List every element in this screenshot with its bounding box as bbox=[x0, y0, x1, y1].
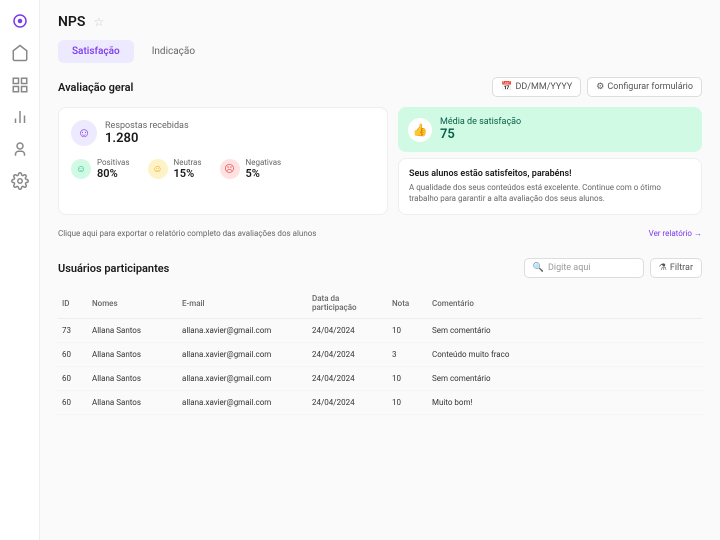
cell-id: 60 bbox=[58, 391, 88, 415]
col-date[interactable]: Data da participação bbox=[308, 288, 388, 319]
satisfaction-value: 75 bbox=[440, 127, 521, 142]
cell-score: 10 bbox=[388, 391, 428, 415]
col-email[interactable]: E-mail bbox=[178, 288, 308, 319]
page-title: NPS bbox=[58, 14, 85, 30]
calendar-icon: 📅 bbox=[501, 82, 512, 92]
logo-icon[interactable] bbox=[11, 12, 29, 30]
tab-indication[interactable]: Indicação bbox=[138, 40, 209, 63]
report-link[interactable]: Ver relatório → bbox=[649, 229, 702, 238]
tab-satisfaction[interactable]: Satisfação bbox=[58, 40, 134, 63]
responses-value: 1.280 bbox=[105, 131, 189, 146]
table-row[interactable]: 73Allana Santosallana.xavier@gmail.com24… bbox=[58, 319, 702, 343]
negatives-stat: ☹ Negativas 5% bbox=[220, 158, 282, 180]
neutrals-value: 15% bbox=[174, 167, 202, 180]
col-score[interactable]: Nota bbox=[388, 288, 428, 319]
message-text: A qualidade dos seus conteúdos está exce… bbox=[409, 182, 691, 204]
neutrals-stat: ☺ Neutras 15% bbox=[148, 158, 202, 180]
message-card: Seus alunos estão satisfeitos, parabéns!… bbox=[398, 158, 702, 215]
cell-score: 10 bbox=[388, 319, 428, 343]
users-icon[interactable] bbox=[11, 140, 29, 158]
col-name[interactable]: Nomes bbox=[88, 288, 178, 319]
chart-icon[interactable] bbox=[11, 108, 29, 126]
cell-email: allana.xavier@gmail.com bbox=[178, 319, 308, 343]
participants-header: Usuários participantes 🔍 Digite aqui ⚗Fil… bbox=[58, 258, 702, 278]
cell-score: 3 bbox=[388, 343, 428, 367]
responses-stat: ☺ Respostas recebidas 1.280 bbox=[71, 120, 375, 146]
cell-id: 60 bbox=[58, 343, 88, 367]
cell-date: 24/04/2024 bbox=[308, 319, 388, 343]
satisfaction-card: 👍 Média de satisfação 75 bbox=[398, 107, 702, 152]
cell-comment: Sem comentário bbox=[428, 367, 702, 391]
positives-label: Positivas bbox=[97, 158, 130, 167]
overview-title: Avaliação geral bbox=[58, 81, 133, 94]
col-id[interactable]: ID bbox=[58, 288, 88, 319]
positives-stat: ☺ Positivas 80% bbox=[71, 158, 130, 180]
table-row[interactable]: 60Allana Santosallana.xavier@gmail.com24… bbox=[58, 367, 702, 391]
cell-name: Allana Santos bbox=[88, 343, 178, 367]
right-column: 👍 Média de satisfação 75 Seus alunos est… bbox=[398, 107, 702, 215]
cell-email: allana.xavier@gmail.com bbox=[178, 391, 308, 415]
filter-icon: ⚗ bbox=[659, 263, 667, 273]
sidebar bbox=[0, 0, 40, 540]
stats-card: ☺ Respostas recebidas 1.280 ☺ Positivas … bbox=[58, 107, 388, 215]
table-row[interactable]: 60Allana Santosallana.xavier@gmail.com24… bbox=[58, 391, 702, 415]
export-bar: Clique aqui para exportar o relatório co… bbox=[58, 223, 702, 244]
participants-title: Usuários participantes bbox=[58, 262, 169, 275]
cell-comment: Sem comentário bbox=[428, 319, 702, 343]
positives-value: 80% bbox=[97, 167, 130, 180]
cell-date: 24/04/2024 bbox=[308, 343, 388, 367]
settings-icon[interactable] bbox=[11, 172, 29, 190]
overview-actions: 📅DD/MM/YYYY ⚙Configurar formulário bbox=[492, 77, 702, 97]
config-button[interactable]: ⚙Configurar formulário bbox=[587, 77, 702, 97]
cell-date: 24/04/2024 bbox=[308, 367, 388, 391]
cell-email: allana.xavier@gmail.com bbox=[178, 343, 308, 367]
home-icon[interactable] bbox=[11, 44, 29, 62]
neutrals-label: Neutras bbox=[174, 158, 202, 167]
negatives-value: 5% bbox=[246, 167, 282, 180]
cell-id: 60 bbox=[58, 367, 88, 391]
cell-id: 73 bbox=[58, 319, 88, 343]
search-filter: 🔍 Digite aqui ⚗Filtrar bbox=[524, 258, 702, 278]
filter-button-label: Filtrar bbox=[670, 263, 693, 273]
cell-name: Allana Santos bbox=[88, 391, 178, 415]
cell-comment: Conteúdo muito fraco bbox=[428, 343, 702, 367]
filter-button[interactable]: ⚗Filtrar bbox=[650, 258, 702, 278]
table-row[interactable]: 60Allana Santosallana.xavier@gmail.com24… bbox=[58, 343, 702, 367]
cell-name: Allana Santos bbox=[88, 367, 178, 391]
overview-header: Avaliação geral 📅DD/MM/YYYY ⚙Configurar … bbox=[58, 77, 702, 97]
cell-date: 24/04/2024 bbox=[308, 391, 388, 415]
participants-table: ID Nomes E-mail Data da participação Not… bbox=[58, 288, 702, 415]
gear-icon: ⚙ bbox=[596, 82, 604, 92]
cell-comment: Muito bom! bbox=[428, 391, 702, 415]
star-icon[interactable]: ☆ bbox=[93, 15, 104, 29]
main-content: NPS ☆ Satisfação Indicação Avaliação ger… bbox=[40, 0, 720, 540]
search-placeholder: Digite aqui bbox=[548, 263, 590, 273]
table-header-row: ID Nomes E-mail Data da participação Not… bbox=[58, 288, 702, 319]
message-title: Seus alunos estão satisfeitos, parabéns! bbox=[409, 169, 691, 179]
search-icon: 🔍 bbox=[533, 263, 544, 273]
cell-email: allana.xavier@gmail.com bbox=[178, 367, 308, 391]
happy-icon: ☺ bbox=[71, 159, 91, 179]
smile-icon: ☺ bbox=[71, 120, 97, 146]
grid-icon[interactable] bbox=[11, 76, 29, 94]
date-button-label: DD/MM/YYYY bbox=[515, 82, 572, 92]
overview: ☺ Respostas recebidas 1.280 ☺ Positivas … bbox=[58, 107, 702, 215]
thumbs-up-icon: 👍 bbox=[408, 118, 432, 142]
tabs: Satisfação Indicação bbox=[58, 40, 702, 63]
sad-icon: ☹ bbox=[220, 159, 240, 179]
breakdown-row: ☺ Positivas 80% ☺ Neutras 15% bbox=[71, 158, 375, 180]
col-comment[interactable]: Comentário bbox=[428, 288, 702, 319]
search-input[interactable]: 🔍 Digite aqui bbox=[524, 258, 644, 278]
config-button-label: Configurar formulário bbox=[607, 82, 693, 92]
date-button[interactable]: 📅DD/MM/YYYY bbox=[492, 77, 581, 97]
satisfaction-label: Média de satisfação bbox=[440, 117, 521, 127]
cell-name: Allana Santos bbox=[88, 319, 178, 343]
report-link-label: Ver relatório bbox=[649, 229, 692, 238]
neutral-icon: ☺ bbox=[148, 159, 168, 179]
header: NPS ☆ bbox=[58, 14, 702, 30]
export-text: Clique aqui para exportar o relatório co… bbox=[58, 229, 316, 238]
negatives-label: Negativas bbox=[246, 158, 282, 167]
cell-score: 10 bbox=[388, 367, 428, 391]
responses-label: Respostas recebidas bbox=[105, 121, 189, 131]
